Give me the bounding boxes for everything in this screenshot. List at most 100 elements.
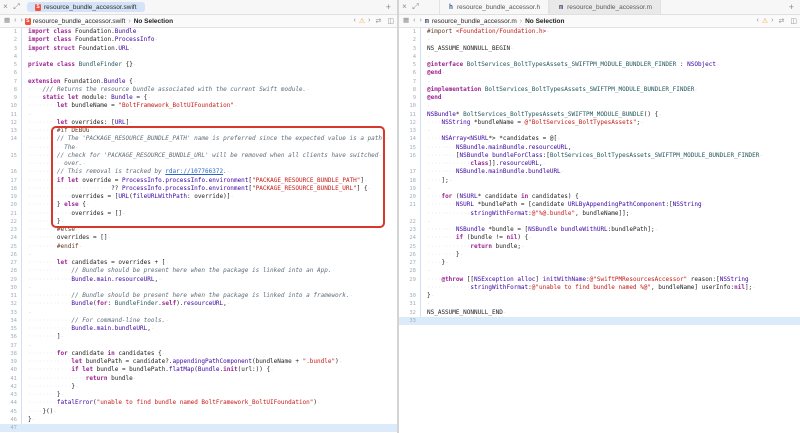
expand-window-icon[interactable]: ⤢ [11, 0, 22, 14]
code-line[interactable]: 12········let overrides: [URL]- [0, 119, 397, 127]
code-line[interactable]: 23········#else- [0, 226, 397, 234]
code-line[interactable]: 2import class Foundation.ProcessInfo- [0, 36, 397, 44]
close-window-icon[interactable]: × [0, 0, 11, 14]
code-line[interactable]: 45····}()- [0, 408, 397, 416]
code-line[interactable]: 13········#if DEBUG- [0, 127, 397, 135]
code-line[interactable]: 38········for candidate in candidates {- [0, 350, 397, 358]
code-line[interactable]: 4- [0, 53, 397, 61]
code-line[interactable]: 22········}- [0, 218, 397, 226]
editor-layout-icon[interactable]: ◫ [387, 17, 394, 25]
code-line[interactable]: 17········NSBundle.mainBundle.bundleURL- [399, 168, 800, 176]
code-line[interactable]: 29····@throw [[NSException alloc] initWi… [399, 276, 800, 284]
code-line[interactable]: 28············// Bundle should be presen… [0, 267, 397, 275]
forward-button[interactable]: › [21, 15, 23, 27]
add-tab-button[interactable]: + [789, 0, 794, 14]
code-line[interactable]: 22- [399, 218, 800, 226]
code-line[interactable]: ··········The- [0, 144, 397, 152]
code-line[interactable]: 2- [399, 36, 800, 44]
code-line[interactable]: 25········#endif- [0, 243, 397, 251]
code-line[interactable]: 41················return bundle- [0, 375, 397, 383]
code-line[interactable]: 35············Bundle.main.bundleURL,- [0, 325, 397, 333]
breadcrumb-file[interactable]: resource_bundle_accessor.m [432, 18, 517, 25]
code-line[interactable]: 27········let candidates = overrides + [… [0, 259, 397, 267]
code-editor[interactable]: 1#import <Foundation/Foundation.h>-2-3NS… [399, 28, 800, 433]
code-line[interactable]: 10- [399, 102, 800, 110]
code-line[interactable]: 26········}- [399, 251, 800, 259]
code-line[interactable]: 11- [0, 111, 397, 119]
code-line[interactable]: 23········NSBundle *bundle = [NSBundle b… [399, 226, 800, 234]
code-line[interactable]: 6@end- [399, 69, 800, 77]
breadcrumb-selection[interactable]: No Selection [525, 18, 564, 25]
code-line[interactable]: 15········NSBundle.mainBundle.resourceUR… [399, 144, 800, 152]
code-line[interactable]: 12····NSString *bundleName = @"BoltServi… [399, 119, 800, 127]
next-issue-button[interactable]: › [771, 15, 773, 27]
code-line[interactable]: 24········if (bundle != nil) {- [399, 234, 800, 242]
code-line[interactable]: 15········// check for 'PACKAGE_RESOURCE… [0, 152, 397, 160]
code-line[interactable]: 5@interface BoltServices_BoltTypesAssets… [399, 61, 800, 69]
code-line[interactable]: 18····];- [399, 177, 800, 185]
tab-resource_bundle_accessor.swift[interactable]: Sresource_bundle_accessor.swift [27, 2, 145, 12]
code-line[interactable]: 1import class Foundation.Bundle- [0, 28, 397, 36]
code-line[interactable]: 30}- [399, 292, 800, 300]
breadcrumb-file[interactable]: resource_bundle_accessor.swift [33, 18, 126, 25]
back-button[interactable]: ‹ [14, 15, 16, 27]
code-line[interactable]: 19- [399, 185, 800, 193]
code-line[interactable]: 14····NSArray<NSURL*> *candidates = @[- [399, 135, 800, 143]
code-line[interactable]: ··········over.- [0, 160, 397, 168]
code-line[interactable]: 28- [399, 267, 800, 275]
code-line[interactable]: 18·······················?? ProcessInfo.… [0, 185, 397, 193]
related-items-icon[interactable]: ▦ [4, 15, 10, 27]
forward-button[interactable]: › [420, 15, 422, 27]
code-line[interactable]: 30- [0, 284, 397, 292]
code-line[interactable]: 36········]- [0, 333, 397, 341]
code-line[interactable]: 47 [0, 424, 397, 432]
code-line[interactable]: 9····static let module: Bundle = {- [0, 94, 397, 102]
code-line[interactable]: 43········}- [0, 391, 397, 399]
code-line[interactable]: 32NS_ASSUME_NONNULL_END- [399, 309, 800, 317]
editor-layout-icon[interactable]: ◫ [790, 17, 797, 25]
code-line[interactable]: 14········// The 'PACKAGE_RESOURCE_BUNDL… [0, 135, 397, 143]
code-line[interactable]: 7extension Foundation.Bundle {- [0, 78, 397, 86]
code-line[interactable]: 21········NSURL *bundlePath = [candidate… [399, 201, 800, 209]
code-line[interactable]: 3NS_ASSUME_NONNULL_BEGIN- [399, 45, 800, 53]
code-line[interactable]: 26- [0, 251, 397, 259]
code-line[interactable]: ············stringWithFormat:@"%@.bundle… [399, 210, 800, 218]
code-line[interactable]: 17········if let override = ProcessInfo.… [0, 177, 397, 185]
code-line[interactable]: 6- [0, 69, 397, 77]
code-line[interactable]: ············class]].resourceURL,- [399, 160, 800, 168]
code-line[interactable]: 7- [399, 78, 800, 86]
code-line[interactable]: 39············let bundlePath = candidate… [0, 358, 397, 366]
code-line[interactable]: 33- [0, 309, 397, 317]
code-line[interactable]: 46}- [0, 416, 397, 424]
code-line[interactable]: 44········fatalError("unable to find bun… [0, 399, 397, 407]
expand-window-icon[interactable]: ⤢ [410, 0, 421, 14]
code-line[interactable]: 19············overrides = [URL(fileURLWi… [0, 193, 397, 201]
tab-resource_bundle_accessor.h[interactable]: hresource_bundle_accessor.h [439, 0, 549, 14]
code-line[interactable]: 3import struct Foundation.URL- [0, 45, 397, 53]
breadcrumb-selection[interactable]: No Selection [134, 18, 173, 25]
code-line[interactable]: 1#import <Foundation/Foundation.h>- [399, 28, 800, 36]
code-line[interactable]: 5private class BundleFinder {}- [0, 61, 397, 69]
warning-icon[interactable]: ⚠ [762, 17, 768, 25]
code-line[interactable]: 8····/// Returns the resource bundle ass… [0, 86, 397, 94]
code-line[interactable]: 32············Bundle(for: BundleFinder.s… [0, 300, 397, 308]
code-line[interactable]: 10········let bundleName = "BoltFramewor… [0, 102, 397, 110]
code-line[interactable]: 9@end- [399, 94, 800, 102]
back-button[interactable]: ‹ [413, 15, 415, 27]
code-line[interactable]: 27····}- [399, 259, 800, 267]
code-line[interactable]: 42············}- [0, 383, 397, 391]
tab-resource_bundle_accessor.m[interactable]: mresource_bundle_accessor.m [549, 0, 661, 14]
code-editor[interactable]: 1import class Foundation.Bundle-2import … [0, 28, 397, 433]
code-line[interactable]: 31- [399, 300, 800, 308]
code-line[interactable]: 13- [399, 127, 800, 135]
code-line[interactable]: 16········// This removal is tracked by … [0, 168, 397, 176]
code-line[interactable]: 31············// Bundle should be presen… [0, 292, 397, 300]
code-line[interactable]: 11NSBundle* BoltServices_BoltTypesAssets… [399, 111, 800, 119]
code-line[interactable]: 33 [399, 317, 800, 325]
code-line[interactable]: ············stringWithFormat:@"unable to… [399, 284, 800, 292]
previous-issue-button[interactable]: ‹ [757, 15, 759, 27]
code-line[interactable]: 40············if let bundle = bundlePath… [0, 366, 397, 374]
code-review-icon[interactable]: ⇄ [376, 17, 382, 25]
code-line[interactable]: 20········} else {- [0, 201, 397, 209]
code-line[interactable]: 29············Bundle.main.resourceURL,- [0, 276, 397, 284]
